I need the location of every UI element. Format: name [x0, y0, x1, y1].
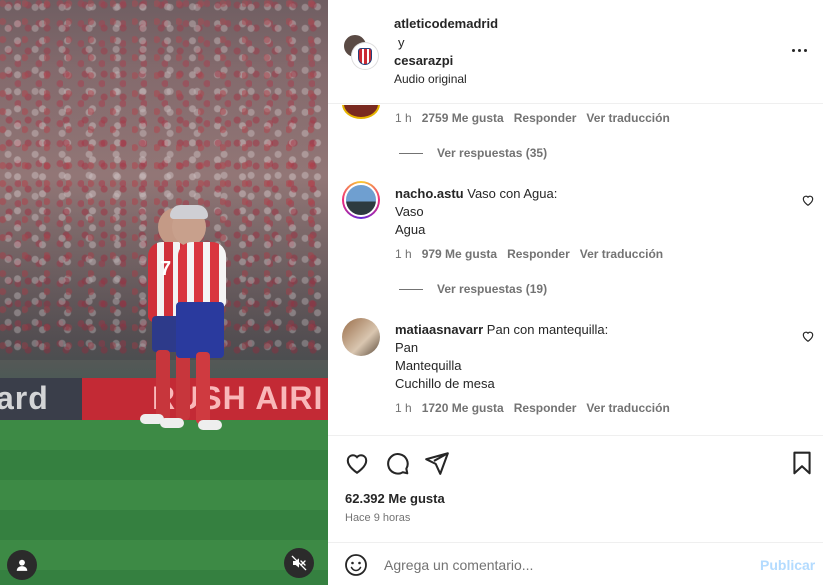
avatar	[352, 43, 378, 69]
save-icon[interactable]	[789, 450, 815, 476]
comment-like-icon[interactable]	[801, 329, 815, 343]
more-options-icon	[790, 48, 808, 52]
avatar[interactable]	[342, 318, 380, 356]
view-replies-button[interactable]: Ver respuestas (19)	[399, 282, 547, 296]
comment-time: 1 h	[395, 111, 412, 125]
comment-line: Vaso	[395, 204, 424, 219]
comment-likes[interactable]: 979 Me gusta	[422, 247, 497, 261]
post-header: atleticodemadrid y cesarazpi Audio origi…	[328, 0, 823, 104]
translate-button[interactable]: Ver traducción	[586, 401, 669, 415]
player-shirt	[178, 242, 226, 308]
comment-body: Vaso con Agua:	[467, 186, 558, 201]
translate-button[interactable]: Ver traducción	[580, 247, 663, 261]
comment-meta: 1 h 2759 Me gusta Responder Ver traducci…	[395, 111, 670, 125]
club-crest-icon	[358, 47, 372, 65]
comments-list[interactable]: 1 h 2759 Me gusta Responder Ver traducci…	[328, 105, 823, 435]
comment-username[interactable]: matiaasnavarr	[395, 322, 483, 337]
comment-line: Agua	[395, 222, 426, 237]
likes-count[interactable]: 62.392 Me gusta	[345, 491, 445, 506]
tagged-users-button[interactable]	[7, 550, 37, 580]
comment-meta: 1 h 1720 Me gusta Responder Ver traducci…	[395, 401, 670, 415]
post-timestamp[interactable]: Hace 9 horas	[345, 512, 410, 524]
comment-likes[interactable]: 1720 Me gusta	[422, 401, 504, 415]
comment-text: matiaasnavarr Pan con mantequilla:	[395, 322, 608, 337]
author-username[interactable]: atleticodemadrid	[394, 16, 498, 31]
pitch	[0, 420, 328, 585]
collab-avatars[interactable]	[342, 33, 378, 69]
share-icon[interactable]	[424, 450, 450, 476]
comment-line: Mantequilla	[395, 358, 462, 373]
mute-button[interactable]	[284, 548, 314, 578]
comment-meta: 1 h 979 Me gusta Responder Ver traducció…	[395, 247, 663, 261]
like-icon[interactable]	[344, 450, 370, 476]
jersey-number: 7	[160, 258, 172, 280]
comment-input[interactable]	[384, 555, 744, 575]
comment-likes[interactable]: 2759 Me gusta	[422, 111, 504, 125]
audio-link[interactable]: Audio original	[394, 72, 467, 86]
add-comment-bar: Publicar	[328, 542, 823, 585]
comment-line: Pan	[395, 340, 419, 355]
view-replies-label: Ver respuestas (35)	[437, 146, 548, 160]
reply-button[interactable]: Responder	[514, 401, 577, 415]
comment-icon[interactable]	[384, 450, 410, 476]
comment-line: Cuchillo de mesa	[395, 376, 495, 391]
publish-button[interactable]: Publicar	[760, 557, 815, 573]
emoji-icon[interactable]	[344, 553, 368, 577]
comment-time: 1 h	[395, 247, 412, 261]
reply-button[interactable]: Responder	[507, 247, 570, 261]
reply-button[interactable]: Responder	[514, 111, 577, 125]
comment-username[interactable]: nacho.astu	[395, 186, 464, 201]
avatar[interactable]	[342, 105, 380, 119]
collaborator-username[interactable]: cesarazpi	[394, 53, 453, 68]
view-replies-label: Ver respuestas (19)	[437, 282, 548, 296]
speaker-muted-icon	[291, 555, 307, 571]
comment-like-icon[interactable]	[801, 193, 815, 207]
post-actions: 62.392 Me gusta Hace 9 horas	[328, 435, 823, 537]
post-panel: atleticodemadrid y cesarazpi Audio origi…	[328, 0, 823, 585]
person-tag-icon	[16, 559, 28, 571]
ad-board-text-left: ard	[0, 380, 49, 416]
comment-time: 1 h	[395, 401, 412, 415]
comment-text: nacho.astu Vaso con Agua:	[395, 186, 557, 201]
collab-separator: y	[398, 35, 405, 50]
view-replies-button[interactable]: Ver respuestas (35)	[399, 146, 547, 160]
comment-body: Pan con mantequilla:	[486, 322, 609, 337]
more-options-button[interactable]	[789, 40, 809, 60]
avatar[interactable]	[342, 181, 380, 219]
translate-button[interactable]: Ver traducción	[586, 111, 669, 125]
post-media[interactable]: ard RUSH AIRI 7	[0, 0, 328, 585]
